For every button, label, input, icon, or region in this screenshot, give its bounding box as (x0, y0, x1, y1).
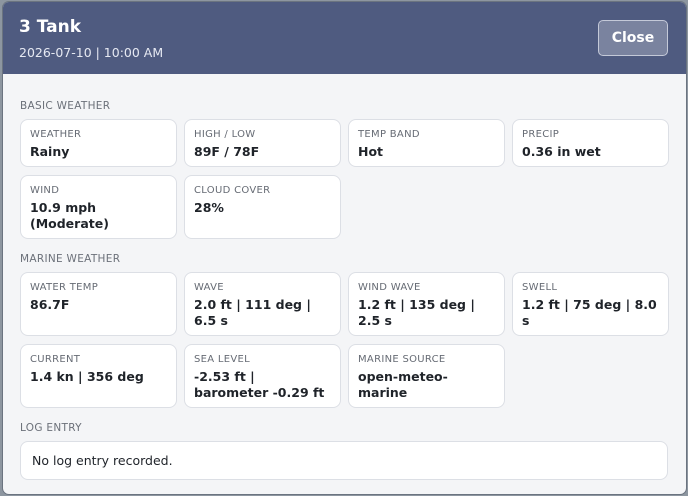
card-value: -2.53 ft | barometer -0.29 ft (194, 369, 325, 400)
section-label-basic-weather: BASIC WEATHER (20, 100, 111, 112)
card-label: WIND (30, 185, 60, 196)
modal-header: 3 Tank 2026-07-10 | 10:00 AM Close (3, 2, 686, 74)
card-value: open-meteo-marine (358, 369, 448, 400)
card-current: CURRENT 1.4 kn | 356 deg (20, 344, 177, 408)
card-label: WEATHER (30, 129, 82, 140)
card-label: SWELL (522, 282, 558, 293)
card-wind-wave: WIND WAVE 1.2 ft | 135 deg | 2.5 s (348, 272, 505, 336)
weather-detail-modal: 3 Tank 2026-07-10 | 10:00 AM Close BASIC… (3, 2, 686, 494)
card-value: 10.9 mph (Moderate) (30, 200, 109, 231)
card-label: PRECIP (522, 129, 560, 140)
card-value: Hot (358, 144, 384, 159)
card-value: 1.2 ft | 75 deg | 8.0 s (522, 297, 657, 328)
section-label-log-entry: LOG ENTRY (20, 422, 82, 434)
card-label: MARINE SOURCE (358, 354, 446, 365)
card-value: 89F / 78F (194, 144, 260, 159)
modal-title: 3 Tank (19, 17, 82, 37)
card-cloud-cover: CLOUD COVER 28% (184, 175, 341, 239)
card-temp-band: TEMP BAND Hot (348, 119, 505, 167)
card-label: SEA LEVEL (194, 354, 251, 365)
close-button[interactable]: Close (598, 20, 668, 56)
card-label: CURRENT (30, 354, 81, 365)
card-value: 86.7F (30, 297, 70, 312)
section-label-marine-weather: MARINE WEATHER (20, 253, 121, 265)
card-value: 28% (194, 200, 224, 215)
card-value: 0.36 in wet (522, 144, 601, 159)
card-value: Rainy (30, 144, 70, 159)
modal-datetime: 2026-07-10 | 10:00 AM (19, 45, 164, 60)
card-label: WATER TEMP (30, 282, 99, 293)
card-label: HIGH / LOW (194, 129, 256, 140)
card-label: WAVE (194, 282, 224, 293)
card-water-temp: WATER TEMP 86.7F (20, 272, 177, 336)
card-sea-level: SEA LEVEL -2.53 ft | barometer -0.29 ft (184, 344, 341, 408)
card-label: TEMP BAND (358, 129, 420, 140)
card-swell: SWELL 1.2 ft | 75 deg | 8.0 s (512, 272, 669, 336)
card-label: WIND WAVE (358, 282, 421, 293)
card-wave: WAVE 2.0 ft | 111 deg | 6.5 s (184, 272, 341, 336)
log-entry-box: No log entry recorded. (20, 441, 668, 480)
card-high-low: HIGH / LOW 89F / 78F (184, 119, 341, 167)
card-value: 2.0 ft | 111 deg | 6.5 s (194, 297, 311, 328)
card-label: CLOUD COVER (194, 185, 271, 196)
card-value: 1.2 ft | 135 deg | 2.5 s (358, 297, 475, 328)
card-value: 1.4 kn | 356 deg (30, 369, 144, 384)
card-weather: WEATHER Rainy (20, 119, 177, 167)
card-marine-source: MARINE SOURCE open-meteo-marine (348, 344, 505, 408)
card-precip: PRECIP 0.36 in wet (512, 119, 669, 167)
card-wind: WIND 10.9 mph (Moderate) (20, 175, 177, 239)
